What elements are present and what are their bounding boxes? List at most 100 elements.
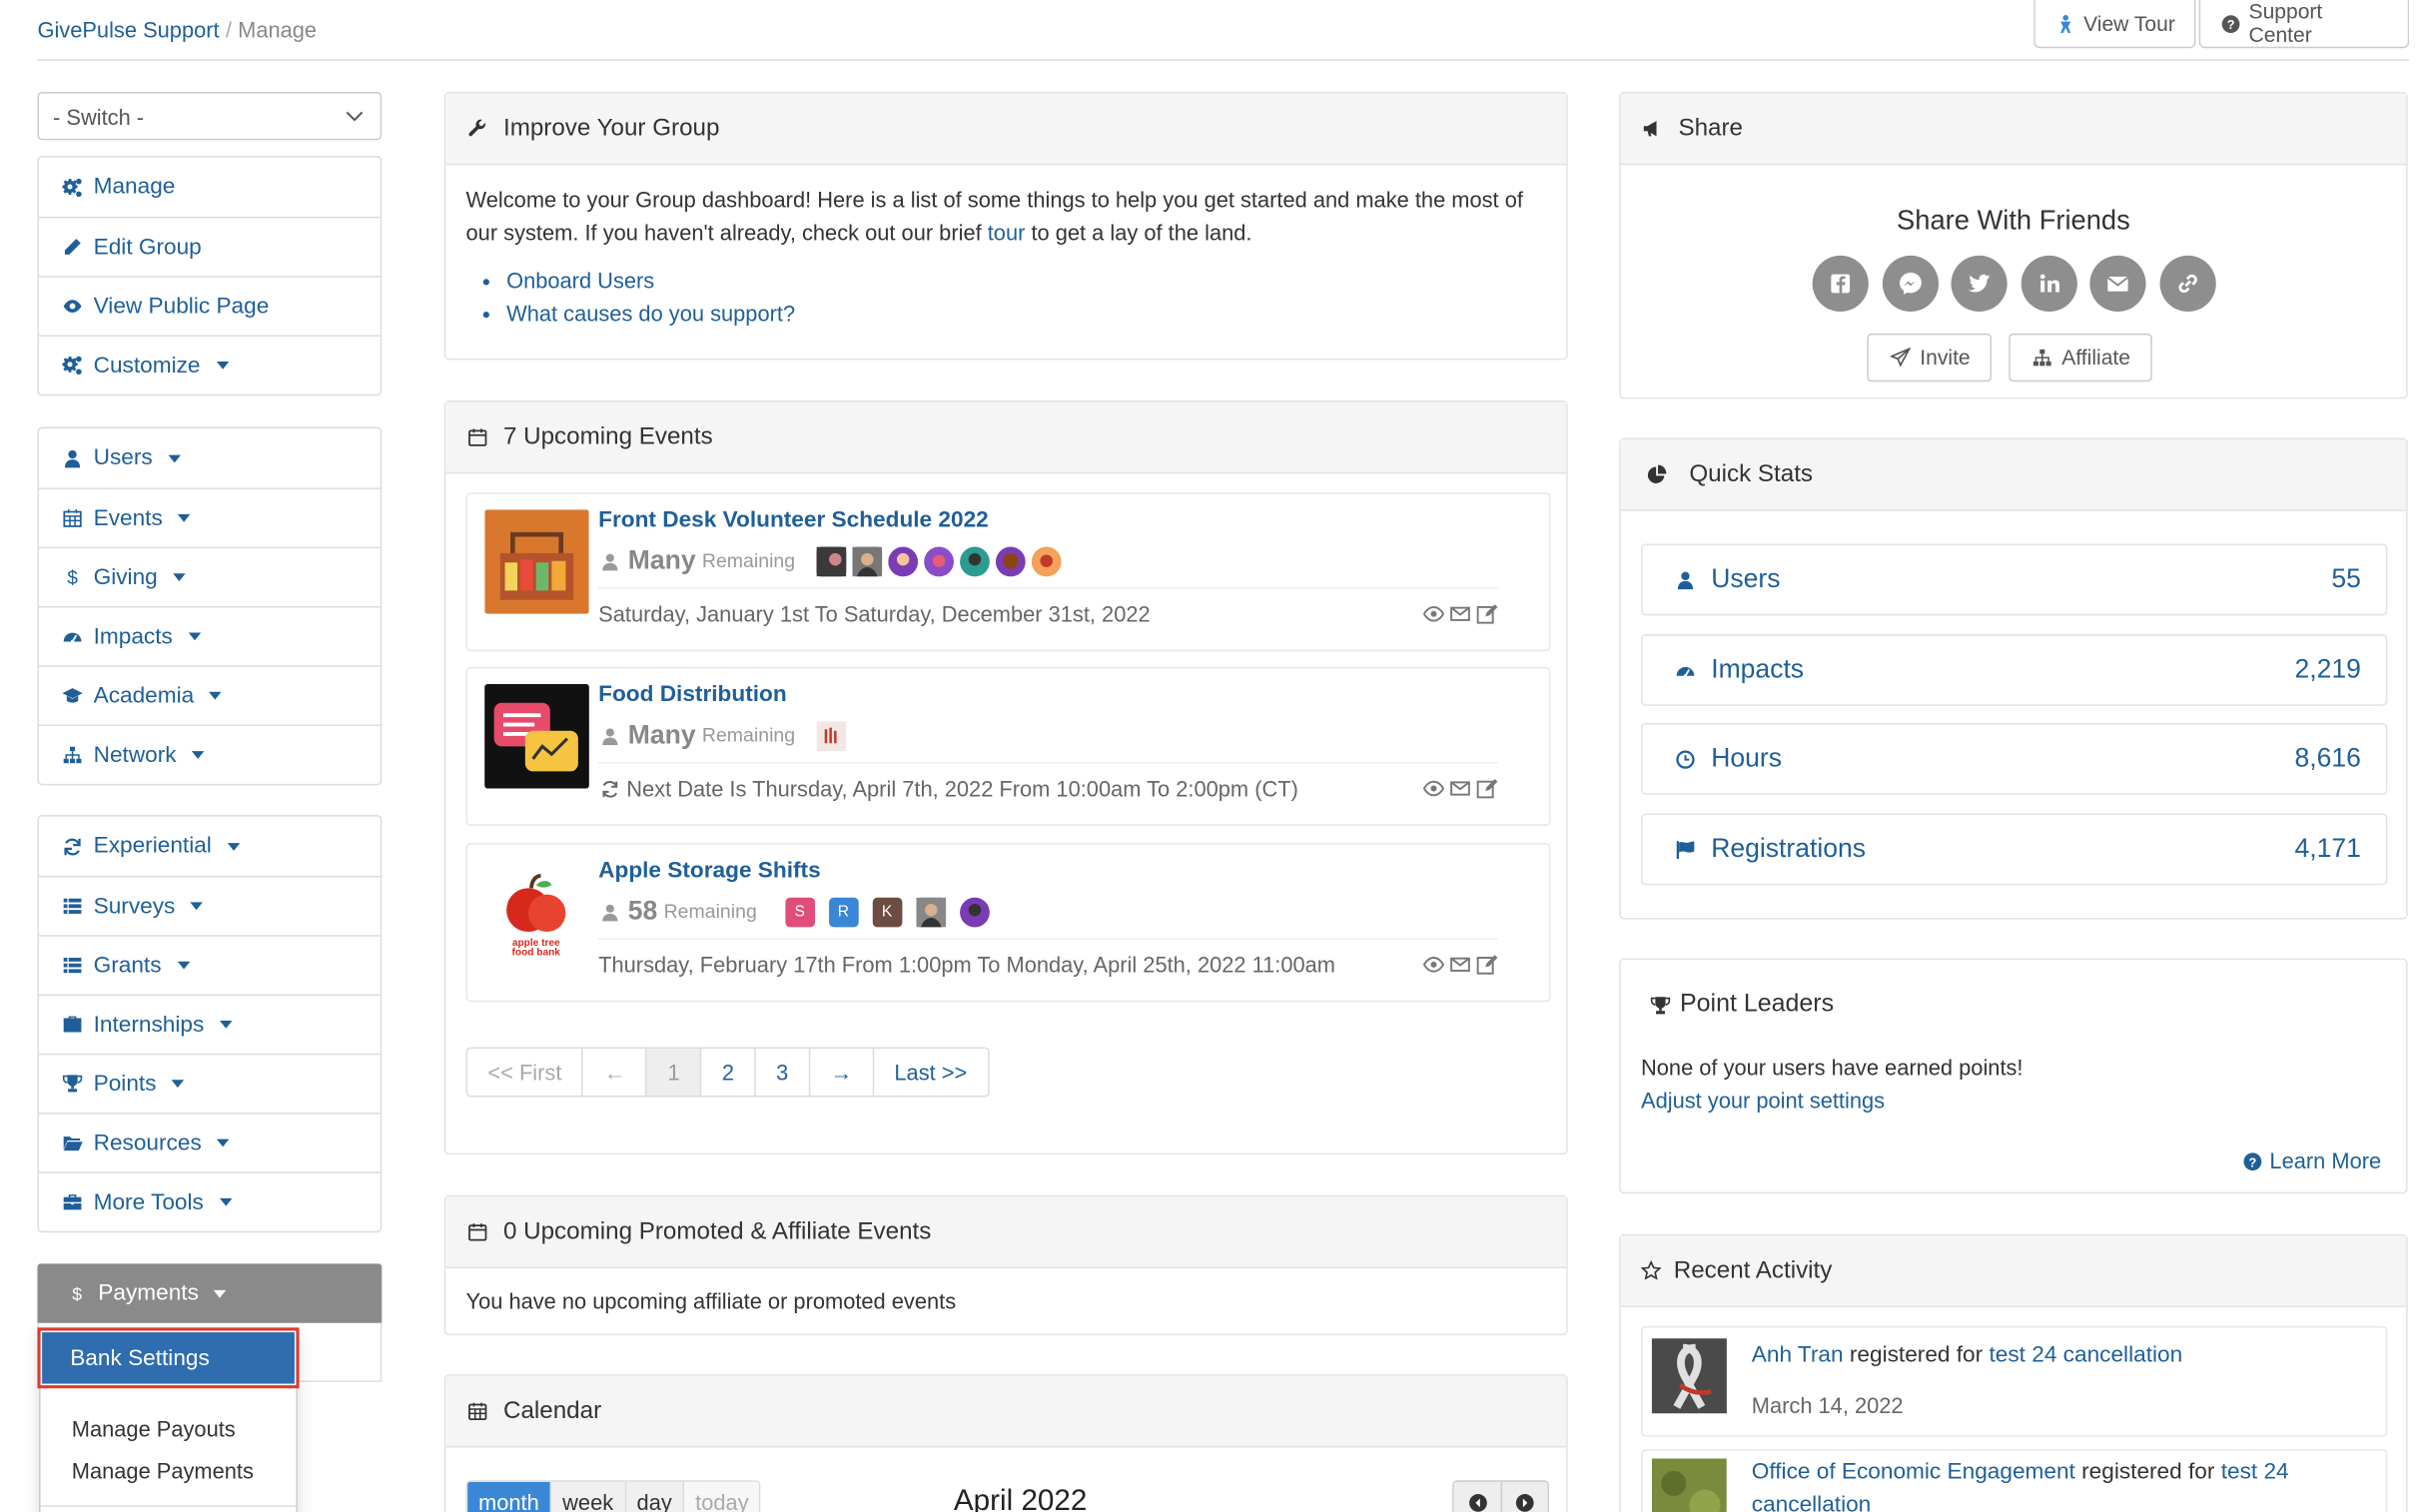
avatar[interactable] (816, 545, 847, 576)
edit-icon[interactable] (1476, 778, 1498, 800)
avatar[interactable] (816, 720, 847, 751)
activity-avatar-landscape[interactable] (1651, 1458, 1727, 1512)
eye-icon[interactable] (1422, 603, 1445, 625)
support-center-button[interactable]: ? Support Center (2198, 0, 2410, 49)
calendar-view-week[interactable]: week (549, 1481, 625, 1512)
sidebar-item-resources[interactable]: Resources (39, 1113, 381, 1171)
event-thumbnail-apple[interactable]: apple tree food bank (484, 860, 589, 965)
eye-icon[interactable] (1422, 954, 1445, 976)
share-facebook-button[interactable] (1812, 255, 1869, 313)
stat-impacts[interactable]: Impacts 2,219 (1640, 634, 2388, 706)
stat-registrations[interactable]: Registrations 4,171 (1640, 813, 2388, 886)
share-messenger-button[interactable] (1882, 255, 1939, 313)
menu-item-manage-payments[interactable]: Manage Payments (72, 1458, 254, 1483)
menu-item-bank-settings[interactable]: Bank Settings (37, 1327, 300, 1389)
pagination-next[interactable]: → (808, 1049, 873, 1096)
calendar-view-day[interactable]: day (624, 1481, 683, 1512)
onboard-users-link[interactable]: Onboard Users (506, 265, 1546, 298)
share-email-button[interactable] (2089, 255, 2146, 313)
calendar-panel: Calendar month week day today April 2022 (443, 1374, 1568, 1512)
avatar[interactable] (888, 545, 919, 576)
sidebar-item-payments[interactable]: $ Payments (37, 1263, 383, 1323)
envelope-icon[interactable] (1449, 778, 1471, 800)
sidebar-item-label: Surveys (93, 893, 176, 919)
avatar[interactable] (924, 545, 955, 576)
dashboard-icon (1674, 658, 1697, 681)
sidebar-item-network[interactable]: Network (39, 724, 381, 784)
sidebar-item-view-public-page[interactable]: View Public Page (39, 276, 381, 335)
switch-select[interactable]: - Switch - (37, 92, 383, 141)
pagination-page-2[interactable]: 2 (699, 1049, 754, 1096)
event-title-link[interactable]: Front Desk Volunteer Schedule 2022 (598, 508, 989, 533)
sidebar-item-users[interactable]: Users (39, 428, 381, 487)
affiliate-button[interactable]: Affiliate (2009, 333, 2152, 382)
tour-link[interactable]: tour (988, 220, 1026, 245)
share-twitter-button[interactable] (1951, 255, 2008, 313)
avatar-letter[interactable]: K (872, 896, 902, 927)
sidebar-item-impacts[interactable]: Impacts (39, 605, 381, 665)
adjust-points-link[interactable]: Adjust your point settings (1641, 1085, 2024, 1118)
sidebar-item-surveys[interactable]: Surveys (39, 875, 381, 935)
sidebar-item-academia[interactable]: Academia (39, 665, 381, 724)
envelope-icon[interactable] (1449, 603, 1471, 625)
user-icon (598, 724, 621, 747)
causes-link[interactable]: What causes do you support? (506, 298, 1546, 331)
pagination-last[interactable]: Last >> (872, 1049, 988, 1096)
share-linkedin-button[interactable] (2020, 255, 2077, 313)
stat-hours[interactable]: Hours 8,616 (1640, 722, 2388, 795)
activity-avatar-ribbon[interactable] (1651, 1338, 1727, 1414)
avatar[interactable] (960, 545, 991, 576)
sidebar-item-internships[interactable]: Internships (39, 994, 381, 1053)
user-icon (598, 549, 621, 572)
envelope-icon[interactable] (1449, 954, 1471, 976)
calendar-next-button[interactable] (1500, 1481, 1548, 1512)
sidebar-item-more-tools[interactable]: More Tools (39, 1171, 381, 1230)
calendar-view-month[interactable]: month (467, 1481, 550, 1512)
menu-item-manage-payouts[interactable]: Manage Payouts (72, 1416, 236, 1441)
avatar-letter[interactable]: S (784, 896, 815, 927)
stat-users[interactable]: Users 55 (1640, 543, 2388, 616)
share-link-button[interactable] (2158, 255, 2215, 313)
view-tour-button[interactable]: View Tour (2033, 0, 2196, 49)
sidebar-item-edit-group[interactable]: Edit Group (39, 216, 381, 276)
sitemap-icon (61, 743, 84, 766)
learn-more-link[interactable]: ? Learn More (2241, 1148, 2381, 1173)
pagination-first[interactable]: << First (467, 1049, 582, 1096)
sidebar-item-manage[interactable]: Manage (39, 158, 381, 217)
pagination-prev[interactable]: ← (581, 1049, 646, 1096)
sidebar-item-grants[interactable]: Grants (39, 935, 381, 994)
calendar-today-button[interactable]: today (682, 1481, 760, 1512)
invite-button[interactable]: Invite (1867, 333, 1993, 382)
avatar[interactable] (915, 896, 946, 927)
activity-event-link[interactable]: test 24 cancellation (1989, 1343, 2182, 1368)
avatar[interactable] (959, 896, 990, 927)
calendar-icon (61, 506, 84, 529)
pagination-page-1[interactable]: 1 (645, 1049, 700, 1096)
activity-user-link[interactable]: Anh Tran (1752, 1343, 1844, 1368)
edit-icon[interactable] (1476, 954, 1498, 976)
avatar[interactable] (996, 545, 1027, 576)
breadcrumb-root-link[interactable]: GivePulse Support (37, 17, 219, 42)
sidebar-item-points[interactable]: Points (39, 1053, 381, 1113)
avatar[interactable] (1032, 545, 1062, 576)
upcoming-events-title: 7 Upcoming Events (502, 422, 713, 450)
sitemap-icon (2030, 346, 2053, 369)
event-thumbnail-chat[interactable] (484, 683, 589, 789)
pagination-page-3[interactable]: 3 (754, 1049, 808, 1096)
calendar-prev-button[interactable] (1453, 1481, 1501, 1512)
avatar[interactable] (852, 545, 883, 576)
event-spots: Many Remaining (598, 545, 1062, 576)
activity-user-link[interactable]: Office of Economic Engagement (1752, 1460, 2075, 1485)
sidebar-item-events[interactable]: Events (39, 487, 381, 546)
sidebar-item-giving[interactable]: $ Giving (39, 546, 381, 606)
sidebar-item-customize[interactable]: Customize (39, 335, 381, 393)
event-title-link[interactable]: Apple Storage Shifts (598, 859, 821, 884)
eye-icon[interactable] (1422, 778, 1445, 800)
event-title-link[interactable]: Food Distribution (598, 682, 787, 707)
event-spots-remaining: Remaining (701, 724, 796, 747)
event-spots: Many Remaining (598, 720, 847, 751)
sidebar-item-experiential[interactable]: Experiential (39, 817, 381, 876)
avatar-letter[interactable]: R (828, 896, 859, 927)
event-thumbnail-basket[interactable] (484, 509, 589, 614)
edit-icon[interactable] (1476, 603, 1498, 625)
